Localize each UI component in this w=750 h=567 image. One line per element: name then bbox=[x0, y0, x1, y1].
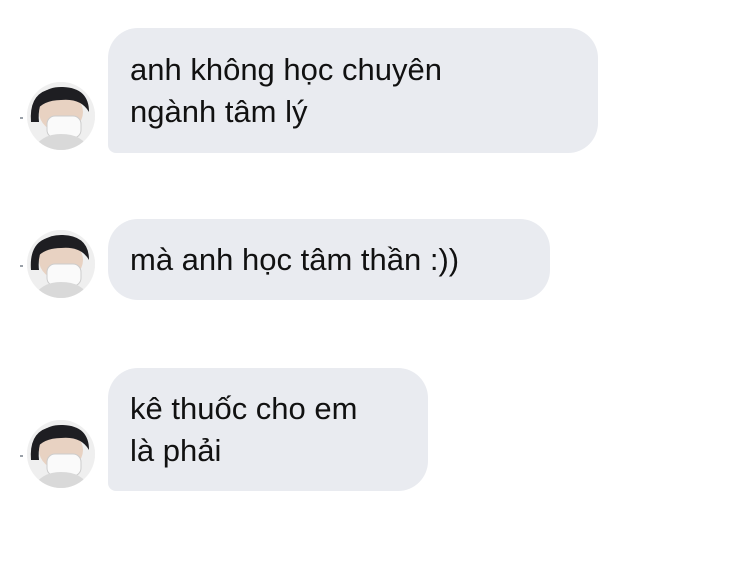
message-bubble[interactable]: kê thuốc cho em là phải bbox=[108, 368, 428, 491]
message-line: anh không học chuyên bbox=[130, 51, 442, 87]
message-bubble[interactable]: mà anh học tâm thần :)) bbox=[108, 219, 550, 300]
divider-mark bbox=[20, 455, 23, 457]
avatar-image bbox=[27, 420, 95, 488]
avatar[interactable] bbox=[27, 82, 95, 150]
chat-thread: anh không học chuyên ngành tâm lý mà anh… bbox=[0, 0, 750, 567]
divider-mark bbox=[20, 117, 23, 119]
avatar[interactable] bbox=[27, 230, 95, 298]
message-line: kê thuốc cho em bbox=[130, 390, 358, 426]
avatar-image bbox=[27, 82, 95, 150]
message-line: ngành tâm lý bbox=[130, 93, 308, 129]
message-line: là phải bbox=[130, 432, 222, 468]
avatar-image bbox=[27, 230, 95, 298]
message-line: mà anh học tâm thần :)) bbox=[130, 241, 460, 277]
divider-mark bbox=[20, 265, 23, 267]
message-bubble[interactable]: anh không học chuyên ngành tâm lý bbox=[108, 28, 598, 153]
avatar[interactable] bbox=[27, 420, 95, 488]
